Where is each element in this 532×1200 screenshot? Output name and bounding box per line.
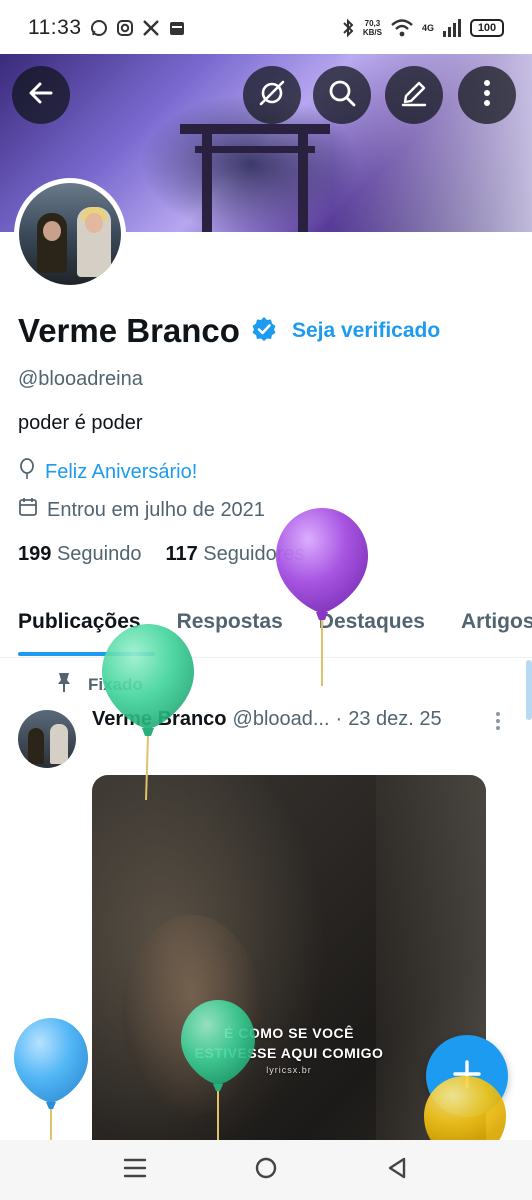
pin-icon bbox=[56, 671, 72, 698]
profile-avatar-frame[interactable] bbox=[14, 178, 126, 290]
x-logo-icon bbox=[142, 19, 160, 37]
avatar bbox=[19, 183, 121, 285]
green-balloon-upper bbox=[102, 624, 194, 801]
menu-lines-icon bbox=[122, 1157, 148, 1184]
yellow-balloon bbox=[424, 1076, 506, 1142]
banner-torii-gate bbox=[180, 124, 330, 232]
blue-balloon bbox=[14, 1018, 88, 1142]
signal-icon bbox=[442, 18, 462, 38]
more-vertical-icon bbox=[494, 712, 502, 736]
name-row: Verme Branco Seja verificado bbox=[18, 312, 440, 350]
media-caption-line1: É COMO SE VOCÊ bbox=[224, 1025, 354, 1041]
network-speed: 70,3 KB/S bbox=[362, 19, 382, 37]
scroll-indicator bbox=[526, 660, 532, 720]
whatsapp-icon bbox=[90, 19, 108, 37]
media-caption-line2: ESTIVESSE AQUI COMIGO bbox=[194, 1045, 384, 1061]
arrow-left-icon bbox=[27, 79, 55, 112]
edit-icon bbox=[399, 78, 429, 113]
green-balloon-lower bbox=[181, 1000, 255, 1144]
more-button[interactable] bbox=[458, 66, 516, 124]
joined-date: Entrou em julho de 2021 bbox=[47, 498, 265, 521]
post-more-button[interactable] bbox=[494, 710, 502, 737]
more-vertical-icon bbox=[482, 78, 492, 113]
status-time: 11:33 bbox=[28, 16, 82, 39]
profile-handle: @blooadreina bbox=[18, 368, 143, 390]
network-generation: 4G bbox=[421, 23, 434, 33]
verified-badge-icon bbox=[250, 315, 278, 348]
display-name: Verme Branco bbox=[18, 312, 240, 349]
post-date[interactable]: 23 dez. 25 bbox=[348, 708, 441, 731]
search-icon bbox=[327, 78, 357, 113]
grok-button[interactable] bbox=[243, 66, 301, 124]
triangle-back-icon bbox=[385, 1155, 409, 1186]
follow-stats: 199 Seguindo 117 Seguidores bbox=[18, 543, 304, 566]
back-button[interactable] bbox=[12, 66, 70, 124]
calendar-icon bbox=[18, 497, 38, 523]
status-bar: 11:33 70,3 KB/S 4G 100 bbox=[0, 0, 532, 56]
post-avatar[interactable] bbox=[18, 710, 76, 768]
tab-articles[interactable]: Artigos bbox=[443, 598, 532, 657]
birthday-row: Feliz Aniversário! bbox=[18, 458, 197, 486]
get-verified-link[interactable]: Seja verificado bbox=[292, 319, 440, 343]
bluetooth-icon bbox=[341, 18, 355, 38]
purple-balloon bbox=[276, 508, 368, 686]
system-back-button[interactable] bbox=[367, 1145, 427, 1195]
circle-home-icon bbox=[253, 1155, 279, 1186]
home-button[interactable] bbox=[236, 1145, 296, 1195]
recents-button[interactable] bbox=[105, 1145, 165, 1195]
battery-icon: 100 bbox=[470, 19, 504, 37]
birthday-link[interactable]: Feliz Aniversário! bbox=[45, 461, 197, 484]
search-button[interactable] bbox=[313, 66, 371, 124]
profile-bio: poder é poder bbox=[18, 412, 143, 434]
instagram-icon bbox=[116, 19, 134, 37]
following-stat[interactable]: 199 Seguindo bbox=[18, 543, 141, 566]
post-separator: · bbox=[335, 708, 343, 730]
grok-icon bbox=[257, 78, 287, 113]
balloon-icon bbox=[18, 458, 36, 486]
system-nav-bar bbox=[0, 1140, 532, 1200]
calendar-icon bbox=[168, 19, 186, 37]
post-author-handle[interactable]: @blooad... bbox=[233, 708, 330, 731]
joined-row: Entrou em julho de 2021 bbox=[18, 497, 265, 523]
profile-tabs: Publicações Respostas Destaques Artigos bbox=[0, 598, 532, 658]
edit-button[interactable] bbox=[385, 66, 443, 124]
wifi-icon bbox=[390, 18, 414, 38]
